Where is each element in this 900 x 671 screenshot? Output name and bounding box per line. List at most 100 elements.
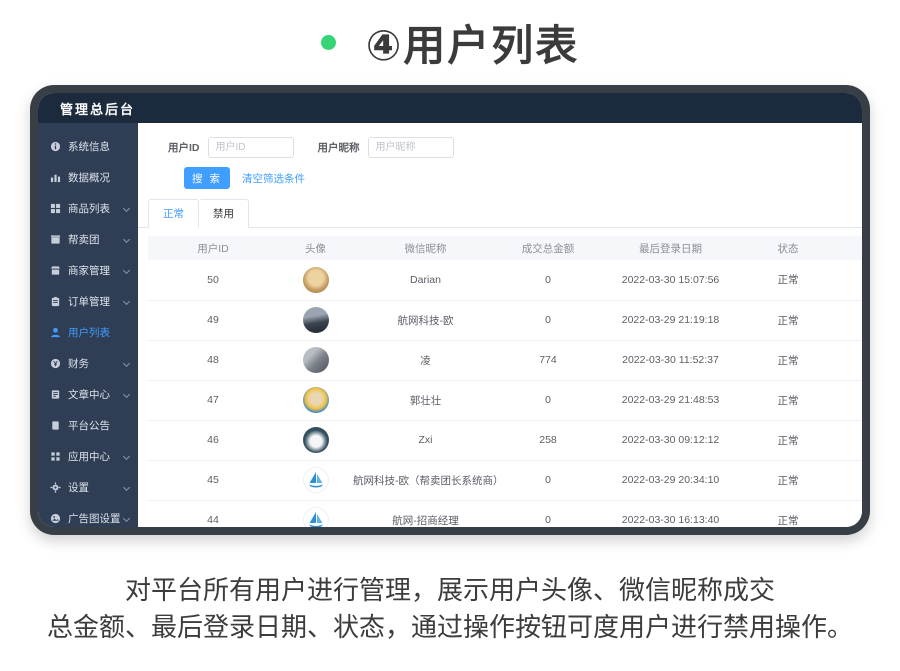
nickname-label: 用户昵称 (318, 140, 360, 155)
sidebar-item-label: 应用中心 (68, 449, 110, 464)
sidebar-item-info[interactable]: 系统信息 (38, 131, 138, 162)
cell-amount: 0 (498, 460, 598, 500)
cell-amount: 774 (498, 340, 598, 380)
chevron-down-icon (123, 391, 130, 398)
cell-action: 禁用 (833, 460, 862, 500)
sidebar-item-label: 订单管理 (68, 294, 110, 309)
sidebar: 系统信息数据概况商品列表帮卖团商家管理订单管理用户列表财务文章中心平台公告应用中… (38, 123, 138, 527)
sidebar-item-finance[interactable]: 财务 (38, 348, 138, 379)
chevron-down-icon (123, 484, 130, 491)
sidebar-item-label: 帮卖团 (68, 232, 100, 247)
sidebar-item-label: 广告图设置 (68, 511, 121, 526)
avatar (303, 387, 329, 413)
cell-status: 正常 (743, 300, 833, 340)
tab-normal[interactable]: 正常 (148, 199, 199, 228)
sidebar-item-shop[interactable]: 商家管理 (38, 255, 138, 286)
shop-icon (50, 265, 61, 276)
chevron-down-icon (123, 515, 130, 522)
avatar (303, 307, 329, 333)
user-id-input[interactable] (208, 137, 294, 158)
cell-nickname: 航网科技-欧 (353, 300, 498, 340)
cell-action: 禁用 (833, 420, 862, 460)
sidebar-item-group-buy[interactable]: 帮卖团 (38, 224, 138, 255)
cell-amount: 0 (498, 380, 598, 420)
topbar: 管理总后台 (38, 93, 862, 123)
chevron-down-icon (123, 236, 130, 243)
apps-icon (50, 451, 61, 462)
column-header: 用户ID (148, 236, 278, 260)
ad-icon (50, 513, 61, 524)
avatar (303, 507, 329, 527)
cell-last-login: 2022-03-29 20:34:10 (598, 460, 743, 500)
headline: ④用户列表 (0, 14, 900, 70)
cell-nickname: 凌 (353, 340, 498, 380)
sidebar-item-order[interactable]: 订单管理 (38, 286, 138, 317)
cell-status: 正常 (743, 340, 833, 380)
clear-filters-link[interactable]: 清空筛选条件 (242, 171, 305, 186)
cell-action: 禁用 (833, 300, 862, 340)
cell-action: 禁用 (833, 340, 862, 380)
search-button[interactable]: 搜 索 (184, 167, 230, 189)
cell-status: 正常 (743, 380, 833, 420)
sidebar-item-article[interactable]: 文章中心 (38, 379, 138, 410)
cell-last-login: 2022-03-30 09:12:12 (598, 420, 743, 460)
table-body: 50Darian02022-03-30 15:07:56正常禁用49 航网科技-欧… (148, 260, 862, 527)
cell-amount: 258 (498, 420, 598, 460)
sidebar-item-settings[interactable]: 设置 (38, 472, 138, 503)
avatar (303, 347, 329, 373)
cell-user-id: 50 (148, 260, 278, 300)
cell-action: 禁用 (833, 260, 862, 300)
admin-screenshot-frame: 管理总后台 系统信息数据概况商品列表帮卖团商家管理订单管理用户列表财务文章中心平… (30, 85, 870, 535)
table-row: 50Darian02022-03-30 15:07:56正常禁用 (148, 260, 862, 300)
cell-avatar (278, 380, 353, 420)
cell-nickname: 郭壮壮 (353, 380, 498, 420)
admin-window: 管理总后台 系统信息数据概况商品列表帮卖团商家管理订单管理用户列表财务文章中心平… (38, 93, 862, 527)
filter-row: 用户ID 用户昵称 (168, 137, 862, 158)
cell-user-id: 49 (148, 300, 278, 340)
cell-last-login: 2022-03-29 21:19:18 (598, 300, 743, 340)
caption-line-1: 对平台所有用户进行管理，展示用户头像、微信昵称成交 (125, 575, 775, 605)
column-header: 最后登录日期 (598, 236, 743, 260)
chevron-down-icon (123, 453, 130, 460)
tab-disabled[interactable]: 禁用 (199, 199, 249, 228)
table-header-row: 用户ID头像微信昵称成交总金额最后登录日期状态操作 (148, 236, 862, 260)
finance-icon (50, 358, 61, 369)
sidebar-item-apps[interactable]: 应用中心 (38, 441, 138, 472)
nickname-input[interactable] (368, 137, 454, 158)
cell-avatar (278, 300, 353, 340)
cell-amount: 0 (498, 260, 598, 300)
sidebar-item-goods[interactable]: 商品列表 (38, 193, 138, 224)
green-bullet-icon (321, 35, 336, 50)
admin-body: 系统信息数据概况商品列表帮卖团商家管理订单管理用户列表财务文章中心平台公告应用中… (38, 123, 862, 527)
sidebar-item-label: 商品列表 (68, 201, 110, 216)
filter-panel: 用户ID 用户昵称 搜 索 清空筛选条件 (138, 123, 862, 189)
filter-actions: 搜 索 清空筛选条件 (168, 167, 862, 189)
cell-nickname: Zxi (353, 420, 498, 460)
sidebar-item-ad[interactable]: 广告图设置 (38, 503, 138, 527)
notice-icon (50, 420, 61, 431)
sidebar-item-label: 数据概况 (68, 170, 110, 185)
page-title: ④用户列表 (366, 12, 580, 73)
table-row: 49航网科技-欧02022-03-29 21:19:18正常禁用 (148, 300, 862, 340)
cell-user-id: 46 (148, 420, 278, 460)
caption-line-2: 总金额、最后登录日期、状态，通过操作按钮可度用户进行禁用操作。 (47, 612, 853, 642)
cell-last-login: 2022-03-30 16:13:40 (598, 500, 743, 527)
table-row: 44 航网-招商经理02022-03-30 16:13:40正常禁用 (148, 500, 862, 527)
sidebar-item-user[interactable]: 用户列表 (38, 317, 138, 348)
avatar (303, 467, 329, 493)
cell-user-id: 48 (148, 340, 278, 380)
sidebar-item-notice[interactable]: 平台公告 (38, 410, 138, 441)
chevron-down-icon (123, 298, 130, 305)
cell-avatar (278, 500, 353, 527)
avatar (303, 427, 329, 453)
chevron-down-icon (123, 267, 130, 274)
sidebar-item-chart[interactable]: 数据概况 (38, 162, 138, 193)
sidebar-item-label: 文章中心 (68, 387, 110, 402)
cell-nickname: 航网-招商经理 (353, 500, 498, 527)
sidebar-item-label: 商家管理 (68, 263, 110, 278)
cell-last-login: 2022-03-30 15:07:56 (598, 260, 743, 300)
info-icon (50, 141, 61, 152)
column-header: 操作 (833, 236, 862, 260)
user-table: 用户ID头像微信昵称成交总金额最后登录日期状态操作 50Darian02022-… (148, 236, 862, 527)
order-icon (50, 296, 61, 307)
